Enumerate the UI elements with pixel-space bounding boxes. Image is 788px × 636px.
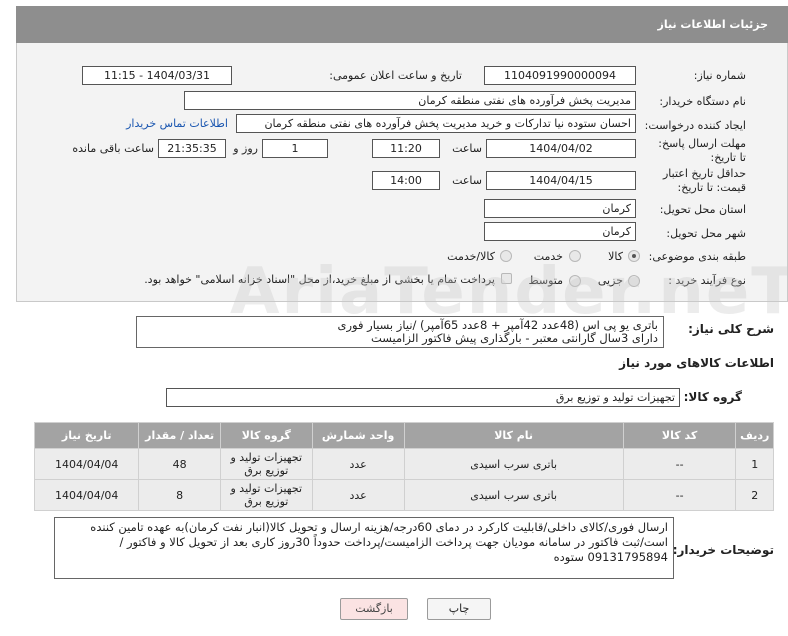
- col-date: تاریخ نیاز: [33, 422, 140, 449]
- announce-label: تاریخ و ساعت اعلان عمومی:: [329, 69, 462, 82]
- table-row: 2 -- باتری سرب اسیدی عدد تجهیزات تولید و…: [33, 479, 774, 511]
- col-unit: واحد شمارش: [311, 422, 405, 449]
- goods-section-title: اطلاعات کالاهای مورد نیاز: [619, 356, 774, 370]
- price-validity-label: حداقل تاریخ اعتبار قیمت: تا تاریخ:: [662, 167, 746, 194]
- city-label: شهر محل تحویل:: [666, 227, 746, 240]
- cell-date: 1404/04/04: [33, 479, 140, 511]
- cell-name: باتری سرب اسیدی: [403, 479, 624, 511]
- province-field[interactable]: کرمان: [484, 199, 636, 218]
- price-validity-date-field[interactable]: 1404/04/15: [486, 171, 636, 190]
- print-button[interactable]: چاپ: [427, 598, 491, 620]
- page-title: جزئیات اطلاعات نیاز: [657, 18, 769, 31]
- table-row: 1 -- باتری سرب اسیدی عدد تجهیزات تولید و…: [33, 448, 774, 480]
- remaining-time-field[interactable]: 21:35:35: [158, 139, 226, 158]
- remaining-label: ساعت باقی مانده: [72, 142, 154, 155]
- deadline-date-field[interactable]: 1404/04/02: [486, 139, 636, 158]
- cell-row: 2: [735, 479, 774, 511]
- requester-field[interactable]: احسان ستوده نیا تدارکات و خرید مدیریت پخ…: [236, 114, 636, 133]
- announce-field[interactable]: 1404/03/31 - 11:15: [82, 66, 232, 85]
- cell-code: --: [622, 448, 737, 480]
- col-qty: تعداد / مقدار: [138, 422, 221, 449]
- goods-table: ردیف کد کالا نام کالا واحد شمارش گروه کا…: [33, 422, 774, 511]
- cell-name: باتری سرب اسیدی: [403, 448, 624, 480]
- cell-group: تجهیزات تولید و توزیع برق: [219, 448, 313, 480]
- cell-qty: 48: [138, 448, 221, 480]
- deadline-label: مهلت ارسال پاسخ: تا تاریخ:: [658, 137, 746, 164]
- price-validity-time-label: ساعت: [452, 174, 482, 187]
- buyer-notes-textarea[interactable]: ارسال فوری/کالای داخلی/قابلیت کارکرد در …: [54, 517, 674, 579]
- deadline-time-label: ساعت: [452, 142, 482, 155]
- cell-unit: عدد: [311, 479, 405, 511]
- cell-unit: عدد: [311, 448, 405, 480]
- buyer-contact-link[interactable]: اطلاعات تماس خریدار: [126, 117, 228, 130]
- need-number-field[interactable]: 1104091990000094: [484, 66, 636, 85]
- buyer-org-field[interactable]: مدیریت پخش فرآورده های نفتی منطقه کرمان: [184, 91, 636, 110]
- requester-label: ایجاد کننده درخواست:: [644, 119, 746, 132]
- description-label: شرح کلی نیاز:: [688, 322, 774, 336]
- province-label: استان محل تحویل:: [659, 203, 746, 216]
- days-field[interactable]: 1: [262, 139, 328, 158]
- goods-group-label: گروه کالا:: [683, 390, 742, 404]
- description-textarea[interactable]: باتری یو پی اس (48عدد 42آمپر + 8عدد 65آم…: [136, 316, 664, 348]
- cell-code: --: [622, 479, 737, 511]
- col-row: ردیف: [735, 422, 774, 449]
- cell-date: 1404/04/04: [33, 448, 140, 480]
- city-field[interactable]: کرمان: [484, 222, 636, 241]
- cell-group: تجهیزات تولید و توزیع برق: [219, 479, 313, 511]
- buyer-org-label: نام دستگاه خریدار:: [659, 95, 746, 108]
- cell-row: 1: [735, 448, 774, 480]
- buyer-notes-label: توضیحات خریدار:: [672, 543, 774, 557]
- cell-qty: 8: [138, 479, 221, 511]
- need-number-label: شماره نیاز:: [693, 69, 746, 82]
- col-code: کد کالا: [622, 422, 737, 449]
- col-group: گروه کالا: [219, 422, 313, 449]
- col-name: نام کالا: [403, 422, 624, 449]
- panel-header: جزئیات اطلاعات نیاز: [16, 6, 788, 43]
- deadline-time-field[interactable]: 11:20: [372, 139, 440, 158]
- goods-group-field[interactable]: تجهیزات تولید و توزیع برق: [166, 388, 680, 407]
- price-validity-time-field[interactable]: 14:00: [372, 171, 440, 190]
- days-label: روز و: [233, 142, 258, 155]
- back-button[interactable]: بازگشت: [340, 598, 408, 620]
